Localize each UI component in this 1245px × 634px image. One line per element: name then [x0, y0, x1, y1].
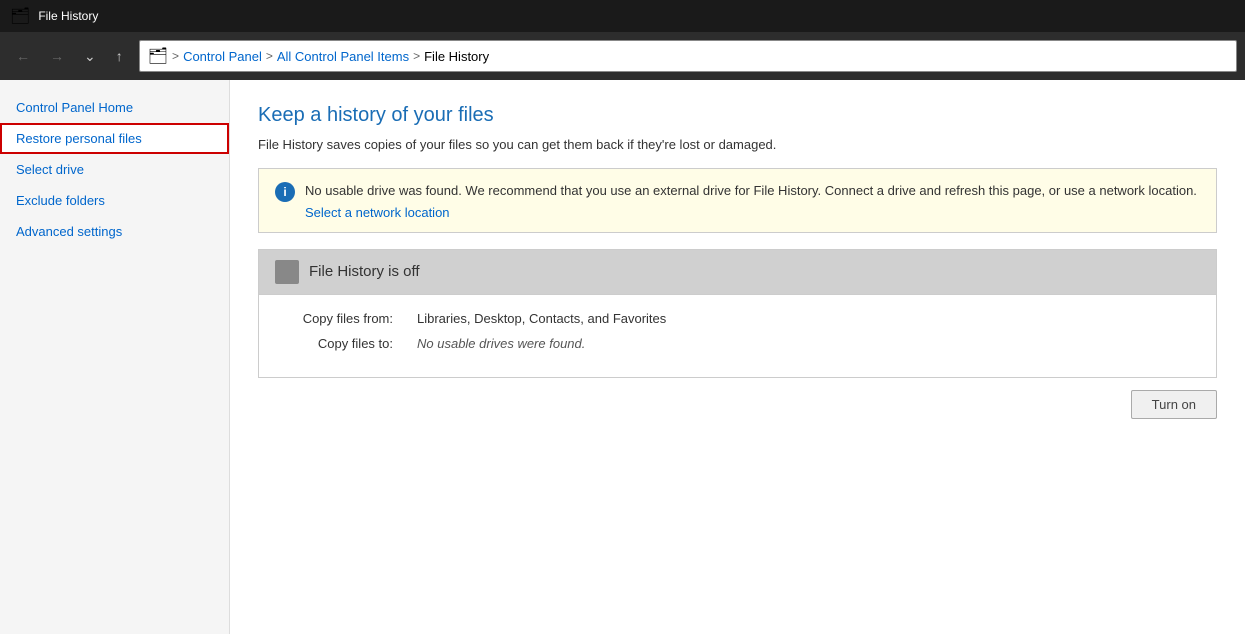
breadcrumb-sep-2: >: [266, 49, 273, 63]
up-icon: ↑: [116, 48, 123, 64]
breadcrumb: 🗂 > Control Panel > All Control Panel It…: [139, 40, 1237, 72]
breadcrumb-folder-icon: 🗂: [148, 46, 168, 66]
status-body: Copy files from: Libraries, Desktop, Con…: [259, 294, 1216, 377]
sidebar-item-control-panel-home[interactable]: Control Panel Home: [0, 92, 229, 123]
dropdown-icon: ⌄: [84, 48, 96, 65]
select-network-location-link[interactable]: Select a network location: [305, 205, 1197, 220]
forward-button[interactable]: →: [42, 42, 72, 70]
sidebar: Control Panel Home Restore personal file…: [0, 80, 230, 634]
breadcrumb-sep-1: >: [172, 49, 179, 63]
breadcrumb-all-items[interactable]: All Control Panel Items: [277, 49, 409, 64]
breadcrumb-sep-3: >: [413, 49, 420, 63]
copy-from-row: Copy files from: Libraries, Desktop, Con…: [283, 311, 1192, 326]
warning-message: No usable drive was found. We recommend …: [305, 183, 1197, 198]
sidebar-item-exclude-folders[interactable]: Exclude folders: [0, 185, 229, 216]
sidebar-item-advanced-settings[interactable]: Advanced settings: [0, 216, 229, 247]
breadcrumb-file-history: File History: [424, 49, 489, 64]
title-bar: 🗂 File History: [0, 0, 1245, 32]
breadcrumb-control-panel[interactable]: Control Panel: [183, 49, 262, 64]
warning-box: i No usable drive was found. We recommen…: [258, 168, 1217, 233]
back-icon: ←: [16, 48, 30, 64]
dropdown-button[interactable]: ⌄: [76, 42, 104, 71]
status-icon: [275, 260, 299, 284]
sidebar-item-select-drive[interactable]: Select drive: [0, 154, 229, 185]
status-box: File History is off Copy files from: Lib…: [258, 249, 1217, 378]
nav-bar: ← → ⌄ ↑ 🗂 > Control Panel > All Control …: [0, 32, 1245, 80]
sidebar-item-restore-personal-files[interactable]: Restore personal files: [0, 123, 229, 154]
page-description: File History saves copies of your files …: [258, 137, 1217, 152]
page-title: Keep a history of your files: [258, 104, 1217, 127]
copy-to-value: No usable drives were found.: [417, 336, 585, 351]
turn-on-button[interactable]: Turn on: [1131, 390, 1217, 419]
warning-content: No usable drive was found. We recommend …: [305, 181, 1197, 220]
copy-to-label: Copy files to:: [283, 336, 393, 351]
content-area: Keep a history of your files File Histor…: [230, 80, 1245, 634]
forward-icon: →: [50, 48, 64, 64]
copy-from-value: Libraries, Desktop, Contacts, and Favori…: [417, 311, 666, 326]
title-bar-icon: 🗂: [10, 6, 30, 26]
status-header: File History is off: [259, 250, 1216, 294]
info-icon: i: [275, 182, 295, 202]
copy-from-label: Copy files from:: [283, 311, 393, 326]
main-layout: Control Panel Home Restore personal file…: [0, 80, 1245, 634]
up-button[interactable]: ↑: [108, 42, 131, 70]
status-title: File History is off: [309, 263, 420, 280]
back-button[interactable]: ←: [8, 42, 38, 70]
title-bar-text: File History: [38, 9, 98, 23]
actions-bar: Turn on: [258, 390, 1217, 419]
copy-to-row: Copy files to: No usable drives were fou…: [283, 336, 1192, 351]
